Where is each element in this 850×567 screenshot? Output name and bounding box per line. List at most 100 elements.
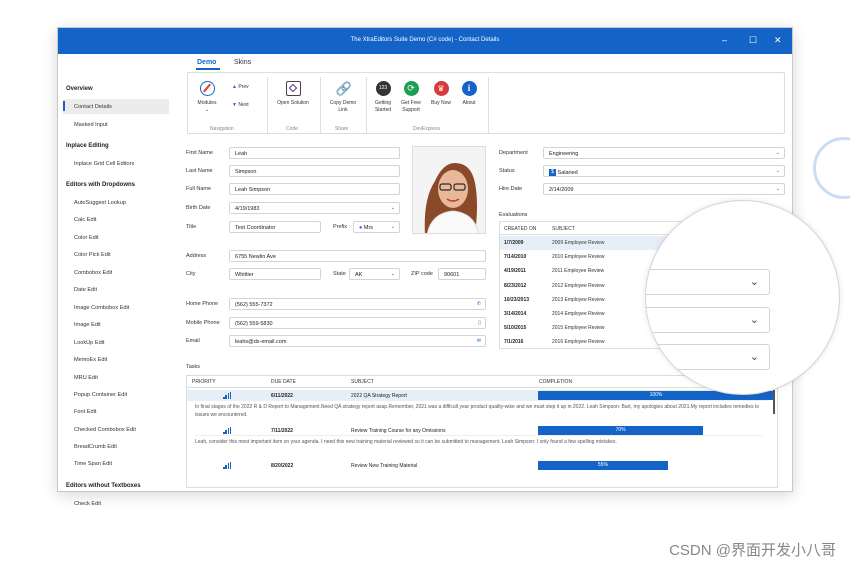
zoomed-dropdown-field[interactable]: ⌄ xyxy=(646,269,770,295)
free-support-button[interactable]: ⟳ Get Free Support xyxy=(398,81,424,113)
zoomed-dropdown-field[interactable]: ⌄ xyxy=(646,344,770,370)
sidebar-item-calc-edit[interactable]: Calc Edit xyxy=(74,217,96,223)
priority-bar xyxy=(229,462,232,469)
chevron-down-icon[interactable]: ⌄ xyxy=(391,205,395,211)
started-label: Started xyxy=(374,106,392,113)
task-due-date: 7/11/2022 xyxy=(271,428,293,434)
phone-icon[interactable]: ✆ xyxy=(477,301,481,307)
next-button[interactable]: ▼ Next xyxy=(232,102,249,109)
sidebar-item-checked-combobox[interactable]: Checked Combobox Edit xyxy=(74,427,136,433)
tab-demo[interactable]: Demo xyxy=(197,59,216,66)
evaluation-date: 3/14/2014 xyxy=(504,311,527,317)
mail-icon[interactable]: ✉ xyxy=(477,338,481,344)
ribbon-separator xyxy=(320,77,321,133)
priority-bar xyxy=(225,395,227,399)
last-name-field[interactable]: Simpson xyxy=(229,165,400,177)
evaluation-date: 4/19/2011 xyxy=(504,268,526,275)
buy-now-button[interactable]: ♛ Buy Now xyxy=(428,81,454,107)
chevron-down-icon[interactable]: ⌄ xyxy=(776,168,780,174)
sidebar-item-color-pick-edit[interactable]: Color Pick Edit xyxy=(74,252,111,258)
mobile-icon[interactable]: ▯ xyxy=(478,320,481,326)
column-subject[interactable]: SUBJECT xyxy=(552,226,575,232)
getting-started-button[interactable]: 123 Getting Started xyxy=(370,81,396,113)
task-due-date: 8/20/2022 xyxy=(271,463,294,469)
evaluation-subject: 2009 Employee Review xyxy=(552,240,605,246)
sidebar-item-breadcrumb-edit[interactable]: BreadCrumb Edit xyxy=(74,444,117,450)
evaluation-subject: 2016 Employee Review xyxy=(552,339,605,346)
get-free-label: Get Free xyxy=(401,100,421,106)
chevron-down-icon: ⌄ xyxy=(749,351,759,363)
column-subject[interactable]: SUBJECT xyxy=(351,379,374,385)
sidebar-item-inplace-grid[interactable]: Inplace Grid Cell Editors xyxy=(74,161,134,167)
birth-date-value: 4/19/1983 xyxy=(235,206,260,212)
prev-button[interactable]: ▲ Prev xyxy=(232,84,249,91)
sidebar: Overview Contact Details Masked Input In… xyxy=(58,54,175,507)
contact-photo[interactable] xyxy=(412,146,486,234)
home-phone-value: (562) 555-7372 xyxy=(235,302,273,308)
sidebar-item-contact-details[interactable]: Contact Details xyxy=(74,104,112,110)
status-label: Status xyxy=(499,168,515,174)
evaluation-date: 10/23/2013 xyxy=(504,296,530,303)
maximize-button[interactable]: ☐ xyxy=(749,35,757,46)
link-icon: 🔗 xyxy=(335,81,352,96)
sidebar-item-check-edit[interactable]: Check Edit xyxy=(74,501,101,507)
sidebar-item-time-span-edit[interactable]: Time Span Edit xyxy=(74,461,112,467)
department-field[interactable]: Engineering ⌄ xyxy=(543,147,785,159)
title-field[interactable]: Test Coordinator xyxy=(229,221,321,233)
tasks-grid[interactable]: PRIORITY DUE DATE SUBJECT COMPLETION 6/1… xyxy=(186,375,778,488)
evaluations-label: Evaluations xyxy=(499,212,528,218)
column-due-date[interactable]: DUE DATE xyxy=(271,379,296,385)
evaluation-date: 5/10/2015 xyxy=(504,325,527,332)
prefix-field[interactable]: ● Mrs ⌄ xyxy=(353,221,400,233)
column-priority[interactable]: PRIORITY xyxy=(192,379,216,385)
birth-date-field[interactable]: 4/19/1983 ⌄ xyxy=(229,202,400,214)
chevron-down-icon[interactable]: ⌄ xyxy=(776,150,780,156)
first-name-field[interactable]: Leah xyxy=(229,147,400,159)
sidebar-item-date-edit[interactable]: Date Edit xyxy=(74,287,97,293)
address-field[interactable]: 6755 Newlin Ave xyxy=(229,250,486,262)
modules-button[interactable]: Modules ⌄ xyxy=(192,81,222,113)
task-subject: 2022 QA Strategy Report xyxy=(351,393,407,399)
priority-bar xyxy=(223,432,225,434)
about-button[interactable]: i About xyxy=(456,81,482,107)
mobile-phone-field[interactable]: (562) 559-5830 ▯ xyxy=(229,317,486,329)
state-field[interactable]: AK ⌄ xyxy=(349,268,400,280)
home-phone-field[interactable]: (562) 555-7372 ✆ xyxy=(229,298,486,310)
birth-date-label: Birth Date xyxy=(186,205,211,211)
sidebar-item-popup-container[interactable]: Popup Container Edit xyxy=(74,392,127,398)
sidebar-item-image-edit[interactable]: Image Edit xyxy=(74,322,101,328)
zip-field[interactable]: 90601 xyxy=(438,268,486,280)
city-field[interactable]: Whittier xyxy=(229,268,321,280)
sidebar-item-font-edit[interactable]: Font Edit xyxy=(74,409,96,415)
group-editors-no-textboxes: Editors without Textboxes xyxy=(66,483,141,489)
zoomed-dropdown-field[interactable]: ⌄ xyxy=(646,307,770,333)
sidebar-item-masked-input[interactable]: Masked Input xyxy=(74,122,108,128)
sidebar-item-memoex-edit[interactable]: MemoEx Edit xyxy=(74,357,107,363)
sidebar-item-lookup-edit[interactable]: LookUp Edit xyxy=(74,340,104,346)
column-completion[interactable]: COMPLETION xyxy=(539,379,572,385)
status-field[interactable]: $ Salaried ⌄ xyxy=(543,165,785,177)
chevron-down-icon[interactable]: ⌄ xyxy=(391,224,395,230)
sidebar-item-combobox-edit[interactable]: Combobox Edit xyxy=(74,270,112,276)
column-created-on[interactable]: CREATED ON xyxy=(504,226,536,232)
priority-bar xyxy=(227,428,230,434)
task-row[interactable]: 8/20/2022 Review New Training Material 55% xyxy=(187,460,769,471)
chevron-down-icon[interactable]: ⌄ xyxy=(776,186,780,192)
hire-date-field[interactable]: 2/14/2009 ⌄ xyxy=(543,183,785,195)
group-share-label: Share xyxy=(335,126,349,132)
sidebar-item-mru-edit[interactable]: MRU Edit xyxy=(74,375,98,381)
email-field[interactable]: leahs@dx-email.com ✉ xyxy=(229,335,486,347)
copy-demo-link-label: Link xyxy=(338,106,348,113)
sidebar-item-autosuggest[interactable]: AutoSuggest Lookup xyxy=(74,200,126,206)
sidebar-item-image-combobox[interactable]: Image Combobox Edit xyxy=(74,305,129,311)
tasks-scrollbar[interactable] xyxy=(773,390,775,414)
sidebar-item-color-edit[interactable]: Color Edit xyxy=(74,235,99,241)
copy-demo-link-button[interactable]: 🔗 Copy Demo Link xyxy=(326,81,360,113)
tab-skins[interactable]: Skins xyxy=(234,59,251,66)
chevron-down-icon[interactable]: ⌄ xyxy=(391,271,395,277)
full-name-field[interactable]: Leah Simpson xyxy=(229,183,400,195)
minimize-button[interactable]: – xyxy=(722,35,727,45)
open-solution-button[interactable]: Open Solution xyxy=(272,81,314,107)
close-button[interactable]: ✕ xyxy=(774,35,782,46)
focus-ring xyxy=(813,137,850,199)
